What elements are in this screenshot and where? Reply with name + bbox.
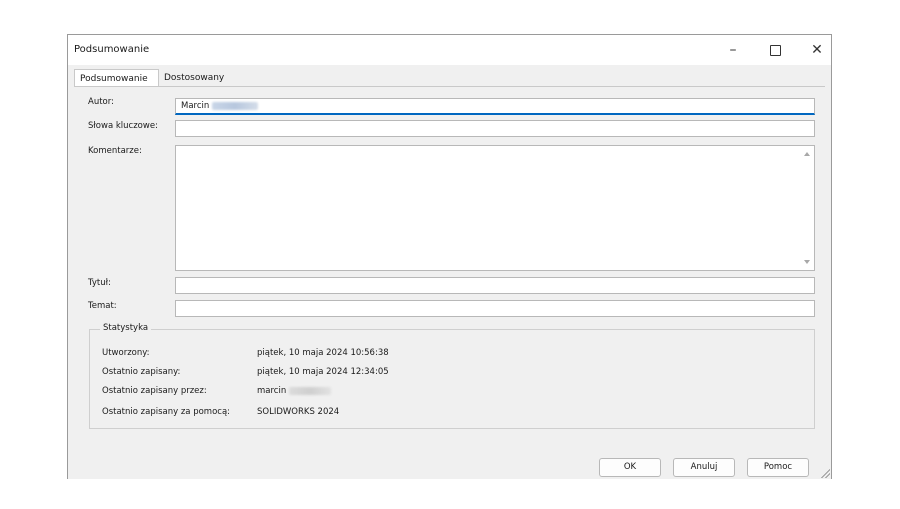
maximize-icon <box>769 44 781 56</box>
title-bar[interactable]: Podsumowanie – ✕ <box>68 35 831 65</box>
subject-field[interactable] <box>175 300 815 317</box>
title-label: Tytuł: <box>88 278 111 288</box>
comments-textarea[interactable] <box>175 145 815 271</box>
statistics-group: Statystyka Utworzony: piątek, 10 maja 20… <box>89 323 815 429</box>
cancel-button[interactable]: Anuluj <box>673 458 735 477</box>
statistics-legend: Statystyka <box>100 323 152 333</box>
maximize-button[interactable] <box>754 35 796 65</box>
dialog-footer: OK Anuluj Pomoc <box>68 446 831 479</box>
last-saved-with-value: SOLIDWORKS 2024 <box>257 407 340 417</box>
help-button[interactable]: Pomoc <box>747 458 809 477</box>
close-button[interactable]: ✕ <box>796 35 838 65</box>
created-value: piątek, 10 maja 2024 10:56:38 <box>257 348 389 358</box>
title-field[interactable] <box>175 277 815 294</box>
scroll-down-arrow-icon[interactable] <box>804 260 810 264</box>
tab-summary[interactable]: Podsumowanie <box>74 69 159 87</box>
tab-custom[interactable]: Dostosowany <box>159 70 229 87</box>
close-icon: ✕ <box>811 42 823 58</box>
scroll-up-arrow-icon[interactable] <box>804 152 810 156</box>
author-label: Autor: <box>88 97 114 107</box>
summary-dialog: Podsumowanie – ✕ Podsumowanie Dostosowan… <box>67 34 832 479</box>
last-saved-by-label: Ostatnio zapisany przez: <box>102 386 207 396</box>
redacted-surname <box>212 101 259 110</box>
last-saved-value: piątek, 10 maja 2024 12:34:05 <box>257 367 389 377</box>
last-saved-with-label: Ostatnio zapisany za pomocą: <box>102 407 231 417</box>
last-saved-by-value: marcin <box>257 386 332 396</box>
ok-button[interactable]: OK <box>599 458 661 477</box>
summary-panel: Autor: Marcin Słowa kluczowe: Komentarze… <box>74 86 825 447</box>
minimize-button[interactable]: – <box>712 35 754 65</box>
comments-label: Komentarze: <box>88 146 142 156</box>
resize-grip-icon[interactable] <box>820 468 830 478</box>
keywords-field[interactable] <box>175 120 815 137</box>
subject-label: Temat: <box>88 301 117 311</box>
last-saved-label: Ostatnio zapisany: <box>102 367 181 377</box>
author-value: Marcin <box>181 101 210 111</box>
created-label: Utworzony: <box>102 348 150 358</box>
author-field[interactable]: Marcin <box>175 98 815 115</box>
dialog-title: Podsumowanie <box>74 44 150 55</box>
redacted-username <box>289 386 332 395</box>
minimize-icon: – <box>729 42 737 58</box>
keywords-label: Słowa kluczowe: <box>88 121 158 131</box>
